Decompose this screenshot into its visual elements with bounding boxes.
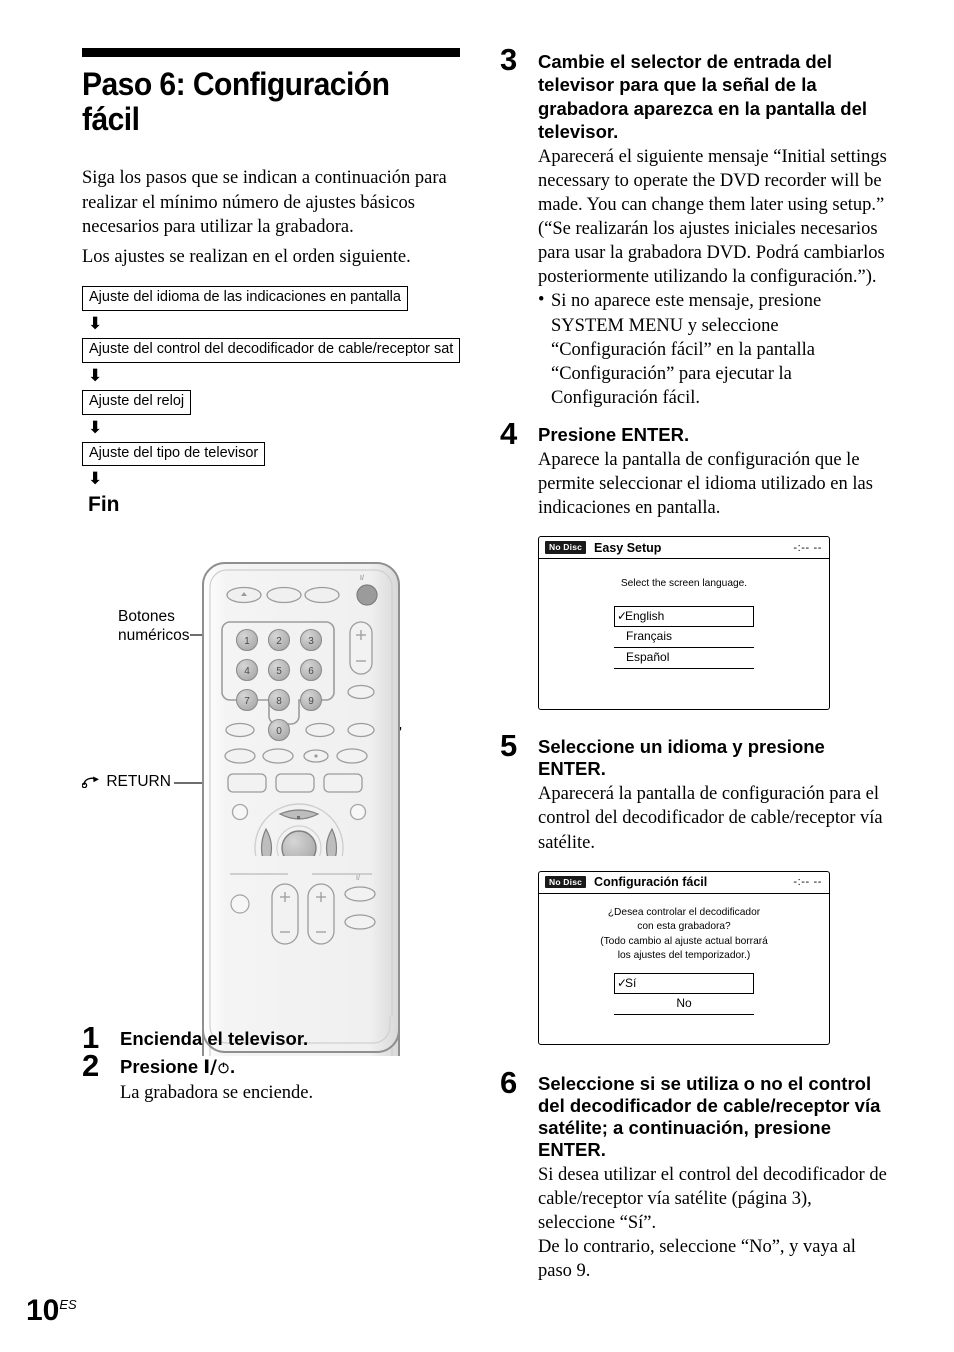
step-4-heading: Presione ENTER. (538, 423, 690, 445)
step-2-heading-prefix: Presione (120, 1056, 204, 1078)
tv-screen-2-body: ¿Desea controlar el decodificador con es… (539, 894, 829, 1044)
check-icon: ✓ (617, 608, 628, 623)
step-4: 4 Presione ENTER. Aparece la pantalla de… (500, 418, 892, 520)
svg-text:I/: I/ (360, 575, 364, 582)
svg-text:7: 7 (244, 696, 250, 707)
step-5-number: 5 (500, 728, 518, 764)
step-6-body-2: De lo contrario, seleccione “No”, y vaya… (538, 1237, 856, 1282)
page-suffix: ES (59, 1297, 77, 1312)
step-3-heading: Cambie el selector de entrada del televi… (538, 51, 868, 142)
decoder-option-no[interactable]: No (614, 994, 754, 1016)
tv-screen-1-message: Select the screen language. (620, 578, 748, 590)
step-1-heading: Encienda el televisor. (120, 1028, 309, 1049)
language-option-english-label: English (625, 608, 665, 623)
intro-paragraph-2: Los ajustes se realizan en el orden sigu… (82, 247, 411, 268)
step-3-body: Aparecerá el siguiente mensaje “Initial … (538, 147, 887, 288)
step-4-body: Aparece la pantalla de configuración que… (538, 449, 873, 518)
tv-screen-configuracion-facil: No Disc Configuración fácil -:-- -- ¿Des… (538, 870, 830, 1045)
language-option-francais-label: Français (626, 628, 673, 643)
page-number: 10 (26, 1294, 60, 1327)
no-disc-badge: No Disc (545, 541, 587, 554)
svg-text:4: 4 (244, 666, 250, 677)
step-6-number: 6 (500, 1064, 518, 1100)
language-option-francais[interactable]: Français (614, 627, 754, 648)
language-option-english[interactable]: ✓ English (614, 605, 754, 627)
label-botones-numericos: Botones numéricos (118, 608, 190, 646)
tv-screen-2-clock: -:-- -- (793, 876, 822, 889)
title-rule (82, 48, 460, 57)
tv-screen-2-message-line4: los ajustes del temporizador.) (617, 950, 751, 961)
step-2-heading-suffix: . (229, 1056, 236, 1078)
left-column: Paso 6: Configuración fácil Siga los pas… (82, 48, 472, 517)
step-2-number: 2 (82, 1048, 100, 1084)
step-2: 2 Presione I/. La grabadora se enciende. (82, 1050, 482, 1105)
step-5-body: Aparecerá la pantalla de configuración p… (538, 784, 883, 853)
flow-arrow-2: ⬇ (88, 365, 103, 386)
language-option-espanol-label: Español (626, 649, 670, 664)
step-3-bullets: Si no aparece este mensaje, presione SYS… (538, 288, 892, 409)
left-steps: 1 Encienda el televisor. 2 Presione I/. … (82, 1022, 482, 1109)
decoder-option-yes[interactable]: ✓ Sí (614, 973, 754, 995)
step-5-heading: Seleccione un idioma y presione ENTER. (538, 736, 825, 780)
svg-text:6: 6 (308, 666, 314, 677)
language-option-espanol[interactable]: Español (614, 648, 754, 669)
label-botones-numericos-line1: Botones (118, 608, 175, 625)
label-botones-numericos-line2: numéricos (118, 626, 190, 644)
intro-paragraph: Siga los pasos que se indican a continua… (82, 168, 447, 237)
step-1: 1 Encienda el televisor. (82, 1022, 482, 1053)
svg-text:5: 5 (276, 666, 282, 677)
flow-box-cable-decoder: Ajuste del control del decodificador de … (82, 337, 461, 363)
tv-screen-2-title: Configuración fácil (594, 875, 708, 890)
svg-text:0: 0 (276, 726, 282, 737)
power-icon: I/ (203, 1057, 230, 1078)
tv-screen-2-message-line1: ¿Desea controlar el decodificador (607, 906, 761, 918)
flow-box-tv-type: Ajuste del tipo de televisor (82, 441, 266, 467)
tv-screen-2-message-line2: con esta grabadora? (637, 921, 731, 933)
tv-screen-1-title: Easy Setup (594, 540, 662, 555)
step-2-body: La grabadora se enciende. (120, 1083, 314, 1104)
step-3-bullet-1: Si no aparece este mensaje, presione SYS… (538, 288, 892, 409)
right-column: 3 Cambie el selector de entrada del tele… (500, 44, 892, 1298)
step-4-number: 4 (500, 415, 518, 451)
step-3-number: 3 (500, 42, 518, 77)
step-5: 5 Seleccione un idioma y presione ENTER.… (500, 730, 892, 855)
step-6: 6 Seleccione si se utiliza o no el contr… (500, 1067, 892, 1284)
flow-arrow-3: ⬇ (88, 417, 103, 438)
step-6-body: Si desea utilizar el control del decodif… (538, 1165, 887, 1234)
tv-screen-1-body: Select the screen language. ✓ English Fr… (539, 559, 829, 709)
svg-text:9: 9 (308, 696, 314, 707)
svg-text:8: 8 (276, 696, 282, 707)
svg-text:I/: I/ (356, 875, 360, 882)
flow-box-clock: Ajuste del reloj (82, 389, 192, 415)
tv-screen-1-header: No Disc Easy Setup -:-- -- (539, 537, 829, 560)
page-title: Paso 6: Configuración fácil (82, 66, 390, 137)
step-2-heading: Presione I/. (120, 1056, 482, 1079)
step-6-heading: Seleccione si se utiliza o no el control… (538, 1072, 881, 1161)
setup-flow-chart: Ajuste del idioma de las indicaciones en… (82, 285, 472, 518)
tv-screen-2-message: ¿Desea controlar el decodificador con es… (555, 906, 813, 964)
language-option-list: ✓ English Français Español (614, 605, 754, 669)
check-icon: ✓ (617, 976, 628, 991)
no-disc-badge: No Disc (545, 875, 587, 889)
svg-text:1: 1 (244, 636, 250, 647)
decoder-option-list: ✓ Sí No (614, 973, 754, 1016)
tv-screen-2-message-line3: (Todo cambio al ajuste actual borrará (600, 935, 768, 947)
return-arrow-icon (81, 776, 99, 789)
flow-arrow-4: ⬇ (88, 469, 103, 490)
tv-screen-easy-setup: No Disc Easy Setup -:-- -- Select the sc… (538, 536, 830, 711)
remote-control-figure: Botones numéricos RETURN I/ ↑/↓/←/→, ENT… (81, 556, 482, 1056)
step-3: 3 Cambie el selector de entrada del tele… (500, 44, 892, 410)
tv-screen-2-header: No Disc Configuración fácil -:-- -- (539, 872, 829, 894)
svg-text:2: 2 (276, 636, 282, 647)
page-folio: 10ES (26, 1296, 77, 1326)
tv-screen-1-clock: -:-- -- (793, 541, 822, 554)
flow-box-osd-language: Ajuste del idioma de las indicaciones en… (82, 285, 408, 311)
flow-arrow-1: ⬇ (88, 313, 103, 334)
svg-text:3: 3 (308, 636, 314, 647)
label-return-text: RETURN (106, 773, 171, 790)
label-return: RETURN (81, 773, 171, 792)
decoder-option-no-label: No (676, 996, 692, 1011)
flow-end-label: Fin (88, 493, 120, 517)
document-page: Paso 6: Configuración fácil Siga los pas… (0, 0, 954, 1352)
